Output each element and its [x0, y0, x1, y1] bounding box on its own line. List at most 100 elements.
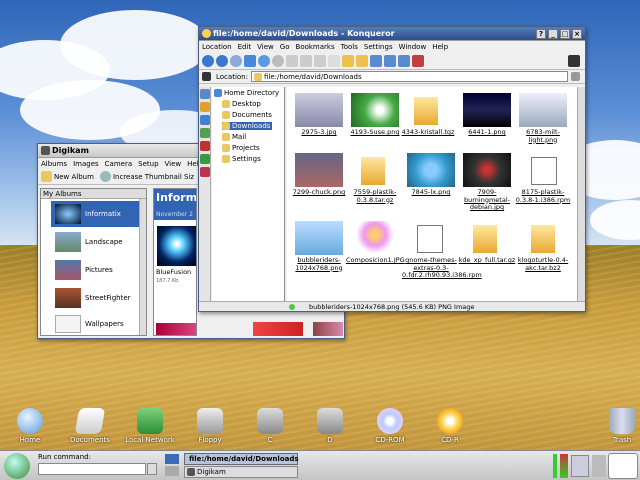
tree-item-mail[interactable]: Mail [222, 133, 246, 141]
menu-location[interactable]: Location [202, 43, 232, 51]
menu-window[interactable]: Window [399, 43, 427, 51]
file-thumb-composicion1[interactable] [351, 221, 399, 255]
tree-item-home[interactable]: Home Directory [214, 89, 279, 97]
back-arrow-icon[interactable] [216, 54, 228, 67]
album-item-informatix[interactable]: Informatix [51, 201, 143, 227]
desktop-icon-documents[interactable]: Documents [60, 408, 120, 444]
history-tab-icon[interactable] [200, 102, 210, 112]
file-name[interactable]: bubbleriders-1024x768.png [290, 256, 348, 272]
album-item-wallpapers[interactable]: Wallpapers [51, 313, 143, 335]
help-icon[interactable]: ? [536, 28, 546, 39]
desktop-icon-local-network[interactable]: Local Network [120, 408, 180, 444]
forward-arrow-icon[interactable] [230, 54, 242, 67]
file-name[interactable]: 7559-plastik-0.3.8.tar.gz [346, 188, 404, 204]
maximize-icon[interactable]: □ [560, 28, 570, 39]
location-input[interactable]: file:/home/david/Downloads [250, 71, 568, 82]
increase-thumbnail-button[interactable]: Increase Thumbnail Siz [99, 171, 194, 182]
run-command-dropdown[interactable] [147, 463, 157, 475]
file-thumb-bubbleriders[interactable] [295, 221, 343, 255]
tree-item-downloads[interactable]: Downloads [222, 122, 273, 130]
rpm-package-icon[interactable] [531, 157, 557, 185]
file-name[interactable]: 7299-chuck.png [290, 188, 348, 197]
desktop-pager-1[interactable] [165, 454, 179, 464]
next-thumbnail[interactable] [253, 322, 303, 336]
album-scrollbar[interactable] [139, 199, 146, 335]
file-thumb-2975[interactable] [295, 93, 343, 127]
task-digikam[interactable]: Digikam [184, 466, 298, 478]
clock-icon[interactable] [608, 453, 638, 479]
network-tab-icon[interactable] [200, 128, 210, 138]
home-tab-icon[interactable] [200, 115, 210, 125]
tree-view-icon[interactable] [412, 54, 424, 67]
tree-item-projects[interactable]: Projects [222, 144, 260, 152]
klipper-icon[interactable] [571, 455, 589, 477]
album-item-landscape[interactable]: Landscape [51, 229, 143, 255]
file-thumb-7909[interactable] [463, 153, 511, 187]
close-icon[interactable]: × [572, 28, 582, 39]
sidebar-tab-icon[interactable] [200, 167, 210, 177]
zoom-in-icon[interactable] [342, 54, 354, 67]
menu-go[interactable]: Go [280, 43, 290, 51]
file-name[interactable]: 2975-3.jpg [290, 128, 348, 137]
root-tab-icon[interactable] [200, 141, 210, 151]
image-thumbnail[interactable] [157, 226, 196, 266]
tree-item-settings[interactable]: Settings [222, 155, 261, 163]
menu-view[interactable]: View [257, 43, 274, 51]
menu-setup[interactable]: Setup [138, 160, 158, 168]
go-icon[interactable] [571, 72, 580, 81]
file-name[interactable]: klogoturtle-0.4-akc.tar.bz2 [514, 256, 572, 272]
rpm-package-icon[interactable] [417, 225, 443, 253]
reload-icon[interactable] [258, 54, 270, 67]
next-thumbnail[interactable] [313, 322, 343, 336]
file-thumb-6783[interactable] [519, 93, 567, 127]
file-name[interactable]: 4193-Suse.png [346, 128, 404, 137]
stop-icon[interactable] [272, 54, 284, 67]
detail-view-icon[interactable] [384, 54, 396, 67]
file-name[interactable]: 7845-lx.png [402, 188, 460, 197]
cut-icon[interactable] [286, 54, 298, 67]
new-album-button[interactable]: New Album [41, 171, 94, 182]
archive-icon[interactable] [414, 97, 438, 125]
minimize-icon[interactable]: _ [548, 28, 558, 39]
next-thumbnail[interactable] [156, 323, 196, 335]
run-command-input[interactable] [38, 463, 146, 475]
file-thumb-6441[interactable] [463, 93, 511, 127]
album-item-pictures[interactable]: Pictures [51, 257, 143, 283]
file-name[interactable]: 6441-1.png [458, 128, 516, 137]
copy-icon[interactable] [300, 54, 312, 67]
archive-icon[interactable] [473, 225, 497, 253]
menu-albums[interactable]: Albums [41, 160, 67, 168]
file-name[interactable]: 4343-kristall.tgz [399, 128, 457, 137]
clear-location-icon[interactable] [202, 72, 211, 81]
menu-bookmarks[interactable]: Bookmarks [296, 43, 335, 51]
zoom-out-icon[interactable] [356, 54, 368, 67]
file-thumb-4193[interactable] [351, 93, 399, 127]
menu-edit[interactable]: Edit [238, 43, 252, 51]
album-item-streetfighter[interactable]: StreetFighter [51, 285, 143, 311]
menu-settings[interactable]: Settings [364, 43, 393, 51]
archive-icon[interactable] [361, 157, 385, 185]
konqueror-titlebar[interactable]: file:/home/david/Downloads - Konqueror ?… [199, 27, 585, 41]
file-name[interactable]: 6783-milt-light.png [514, 128, 572, 144]
icon-view-icon[interactable] [370, 54, 382, 67]
services-tab-icon[interactable] [200, 154, 210, 164]
desktop-icon-trash[interactable]: Trash [592, 408, 640, 444]
up-arrow-icon[interactable] [202, 54, 214, 67]
bookmarks-tab-icon[interactable] [200, 89, 210, 99]
file-name[interactable]: 8175-plastik-0.3.8-1.i386.rpm [514, 188, 572, 204]
menu-tools[interactable]: Tools [341, 43, 358, 51]
desktop-pager-2[interactable] [165, 466, 179, 476]
file-name[interactable]: gnome-themes-extras-0.3-0.fdr.2.rh90.93.… [402, 256, 482, 280]
desktop-icon-cdr[interactable]: CD-R [420, 408, 480, 444]
tree-item-desktop[interactable]: Desktop [222, 100, 261, 108]
archive-icon[interactable] [531, 225, 555, 253]
file-view-scrollbar[interactable] [577, 87, 585, 301]
file-name[interactable]: Composicion1.JPG [346, 256, 405, 265]
menu-images[interactable]: Images [73, 160, 99, 168]
file-thumb-7845[interactable] [407, 153, 455, 187]
gear-icon[interactable] [568, 54, 580, 67]
desktop-icon-c[interactable]: C [240, 408, 300, 444]
menu-help[interactable]: Help [432, 43, 448, 51]
menu-camera[interactable]: Camera [105, 160, 132, 168]
kmenu-button[interactable] [4, 453, 30, 479]
